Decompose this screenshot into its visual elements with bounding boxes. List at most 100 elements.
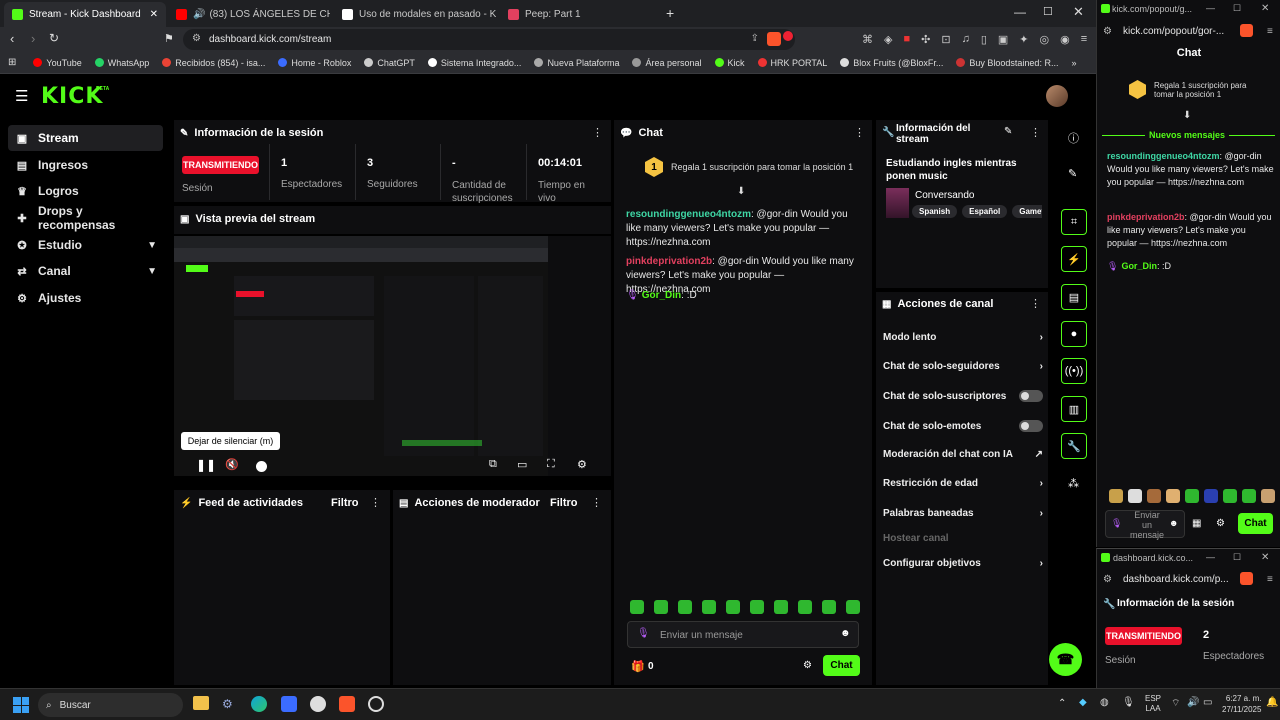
site-info-icon[interactable]: ⚙ (1103, 574, 1112, 585)
windows-start-icon[interactable] (13, 697, 29, 713)
apps-icon[interactable]: ⊞ (8, 57, 16, 68)
category-name[interactable]: Conversando (915, 190, 974, 201)
close-window-button[interactable]: ✕ (1261, 3, 1269, 14)
bookmark-plataforma[interactable]: Nueva Plataforma (534, 58, 619, 68)
extension-icon[interactable]: ■ (903, 33, 910, 46)
emoji-icon[interactable]: ☻ (840, 628, 851, 639)
gift-icon[interactable]: 🎁 (631, 660, 645, 673)
site-info-icon[interactable]: ⚙ (1103, 26, 1112, 37)
quick-action-clip[interactable]: ⌗ (1061, 209, 1087, 235)
bookmark-roblox[interactable]: Home - Roblox (278, 58, 351, 68)
puzzle-icon[interactable]: ✣ (921, 33, 930, 46)
sidebar-item-estudio[interactable]: ✪ Estudio ▼ (8, 232, 163, 258)
volume-icon[interactable]: 🔊 (1187, 697, 1199, 708)
action-ai-moderation[interactable]: Moderación del chat con IA ↗ (883, 449, 1043, 460)
support-chat-button[interactable]: ☎ (1049, 643, 1082, 676)
bookmark-kick[interactable]: Kick (714, 58, 745, 68)
brave-shields-icon[interactable] (767, 32, 781, 46)
emote-icon[interactable] (702, 600, 716, 614)
store-icon[interactable] (281, 696, 297, 712)
back-icon[interactable]: ‹ (10, 31, 14, 46)
tab-youtube[interactable]: 🔊 (83) LOS ÁNGELES DE CHARLY - l (168, 3, 330, 25)
maximize-button[interactable]: ☐ (1233, 552, 1241, 563)
settings-icon[interactable]: ⚙ (577, 458, 587, 471)
emote-icon[interactable] (1185, 489, 1199, 503)
popout-send-button[interactable]: Chat (1238, 513, 1273, 534)
emote-icon[interactable] (1204, 489, 1218, 503)
more-options-icon[interactable]: ⋮ (591, 496, 602, 509)
site-info-icon[interactable]: ⚙ (192, 33, 201, 44)
reload-icon[interactable]: ↻ (49, 31, 59, 45)
taskbar-search[interactable]: ⌕ Buscar (38, 693, 183, 717)
popout-chat-input[interactable]: 🎙 Enviar un mensaje ☻ (1105, 510, 1185, 540)
forward-icon[interactable]: › (31, 31, 35, 46)
stream-preview-video[interactable]: Dejar de silenciar (m) ❚❚ 🔇 ⧉ ▭ ⛶ ⚙ (174, 236, 611, 476)
emote-icon[interactable] (750, 600, 764, 614)
maximize-button[interactable]: ☐ (1043, 5, 1053, 18)
chat-username[interactable]: resoundinggenueo4ntozm (1107, 151, 1220, 161)
action-emotes-only[interactable]: Chat de solo-emotes (883, 420, 1043, 432)
bookmark-icon[interactable]: ⚑ (164, 32, 174, 45)
action-followers-only[interactable]: Chat de solo-seguidores › (883, 361, 1043, 372)
emote-icon[interactable] (822, 600, 836, 614)
bookmark-youtube[interactable]: YouTube (33, 58, 82, 68)
sidebar-item-ajustes[interactable]: ⚙ Ajustes (8, 285, 163, 311)
extension-icon[interactable]: ◈ (884, 33, 892, 46)
bookmark-chatgpt[interactable]: ChatGPT (364, 58, 415, 68)
bookmark-whatsapp[interactable]: WhatsApp (94, 58, 149, 68)
minimize-button[interactable]: — (1014, 5, 1026, 19)
new-tab-button[interactable]: + (666, 5, 674, 21)
minimize-button[interactable]: — (1206, 552, 1215, 562)
store-icon[interactable]: ▦ (1192, 518, 1201, 529)
info-icon[interactable]: ⓘ (1068, 130, 1079, 146)
emote-icon[interactable] (630, 600, 644, 614)
fullscreen-icon[interactable]: ⛶ (547, 458, 555, 471)
emote-icon[interactable] (726, 600, 740, 614)
emote-icon[interactable] (846, 600, 860, 614)
more-options-icon[interactable]: ⋮ (1030, 297, 1041, 310)
edit-icon[interactable]: ✎ (1004, 126, 1012, 137)
emote-icon[interactable] (1223, 489, 1237, 503)
settings-app-icon[interactable]: ⚙ (222, 697, 233, 711)
translate-icon[interactable]: ⌘ (862, 33, 873, 46)
edit-pencil-icon[interactable]: ✎ (1068, 167, 1077, 180)
maximize-button[interactable]: ☐ (1233, 3, 1241, 14)
emote-icon[interactable] (1128, 489, 1142, 503)
chat-input[interactable]: 🎙 Enviar un mensaje ☻ (627, 621, 859, 648)
bookmark-hrk[interactable]: HRK PORTAL (757, 58, 827, 68)
quick-action-raid[interactable]: ⚡ (1061, 246, 1087, 272)
chat-settings-icon[interactable]: ⚙ (1216, 518, 1225, 529)
chat-username[interactable]: Gor_Din (1121, 261, 1157, 271)
pause-icon[interactable]: ❚❚ (196, 458, 216, 472)
bookmark-bloxfruits[interactable]: Blox Fruits (@BloxFr... (840, 58, 943, 68)
action-age-restriction[interactable]: Restricción de edad › (883, 478, 1043, 489)
sidebar-icon[interactable]: ▯ (981, 33, 987, 46)
chat-settings-icon[interactable]: ⚙ (803, 660, 812, 671)
tray-app-icon[interactable]: ◍ (1100, 697, 1109, 708)
clock[interactable]: 6:27 a. m. 27/11/2025 (1222, 693, 1261, 715)
minimize-button[interactable]: — (1206, 3, 1215, 13)
brave-shields-icon[interactable] (1240, 24, 1253, 37)
emote-icon[interactable] (654, 600, 668, 614)
category-thumbnail[interactable] (886, 188, 909, 218)
brave-shields-icon[interactable] (1240, 572, 1253, 585)
bookmark-bloodstained[interactable]: Buy Bloodstained: R... (956, 58, 1058, 68)
sidebar-item-stream[interactable]: ▣ Stream (8, 125, 163, 151)
avatar[interactable] (1046, 85, 1068, 107)
more-options-icon[interactable]: ⋮ (1030, 126, 1041, 139)
profile-icon[interactable]: ◉ (1060, 33, 1070, 46)
mod-filter-button[interactable]: Filtro (550, 497, 578, 509)
bookmark-area[interactable]: Área personal (632, 58, 702, 68)
close-tab-icon[interactable]: ✕ (150, 9, 158, 20)
more-options-icon[interactable]: ⋮ (854, 126, 865, 139)
extension-icon[interactable]: ⊡ (941, 33, 950, 46)
action-banned-words[interactable]: Palabras baneadas › (883, 508, 1043, 519)
emote-icon[interactable] (1261, 489, 1275, 503)
microphone-icon[interactable]: 🎙 (1122, 697, 1135, 708)
quick-action-chat[interactable]: ● (1061, 321, 1087, 347)
emote-icon[interactable] (1109, 489, 1123, 503)
close-window-button[interactable]: ✕ (1073, 4, 1084, 20)
emote-icon[interactable] (1147, 489, 1161, 503)
emoji-icon[interactable]: ☻ (1169, 518, 1178, 528)
volume-slider-handle[interactable] (256, 461, 267, 472)
